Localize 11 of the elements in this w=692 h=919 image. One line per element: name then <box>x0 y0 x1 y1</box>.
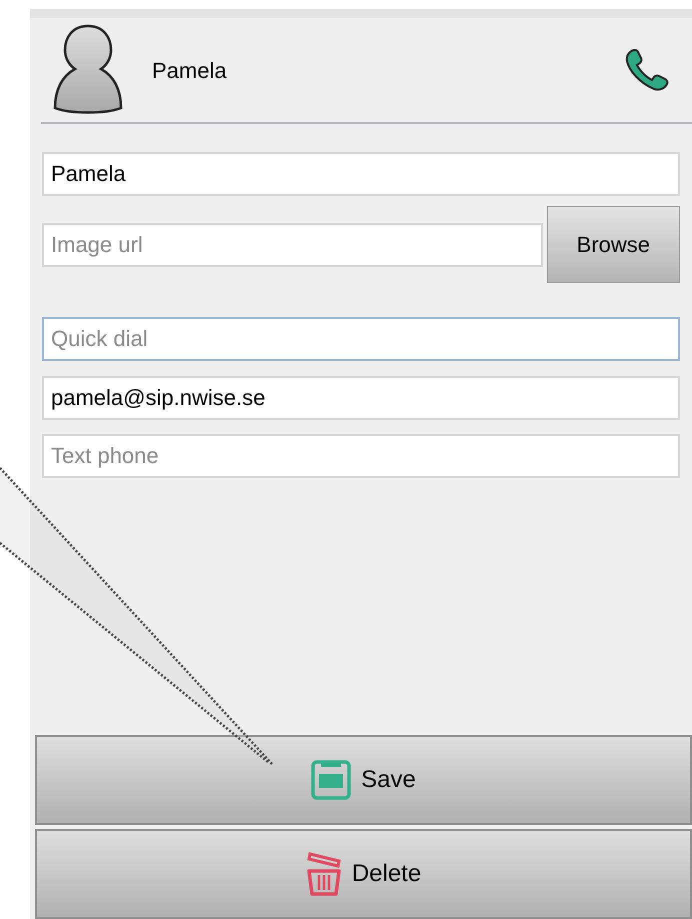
input-field[interactable]: Text phone <box>42 434 680 478</box>
phone-icon[interactable] <box>624 47 670 93</box>
input-field[interactable]: pamela@sip.nwise.se <box>42 376 680 420</box>
input-field[interactable]: Pamela <box>42 152 680 196</box>
contact-name: Pamela <box>152 56 228 84</box>
delete-button[interactable]: Delete <box>35 829 692 919</box>
browse-button[interactable]: Browse <box>546 206 680 283</box>
input-field[interactable]: Image url <box>42 222 543 266</box>
trash-can-icon <box>306 851 342 897</box>
save-button[interactable]: Save <box>35 735 692 825</box>
input-field[interactable]: Quick dial <box>42 317 680 361</box>
